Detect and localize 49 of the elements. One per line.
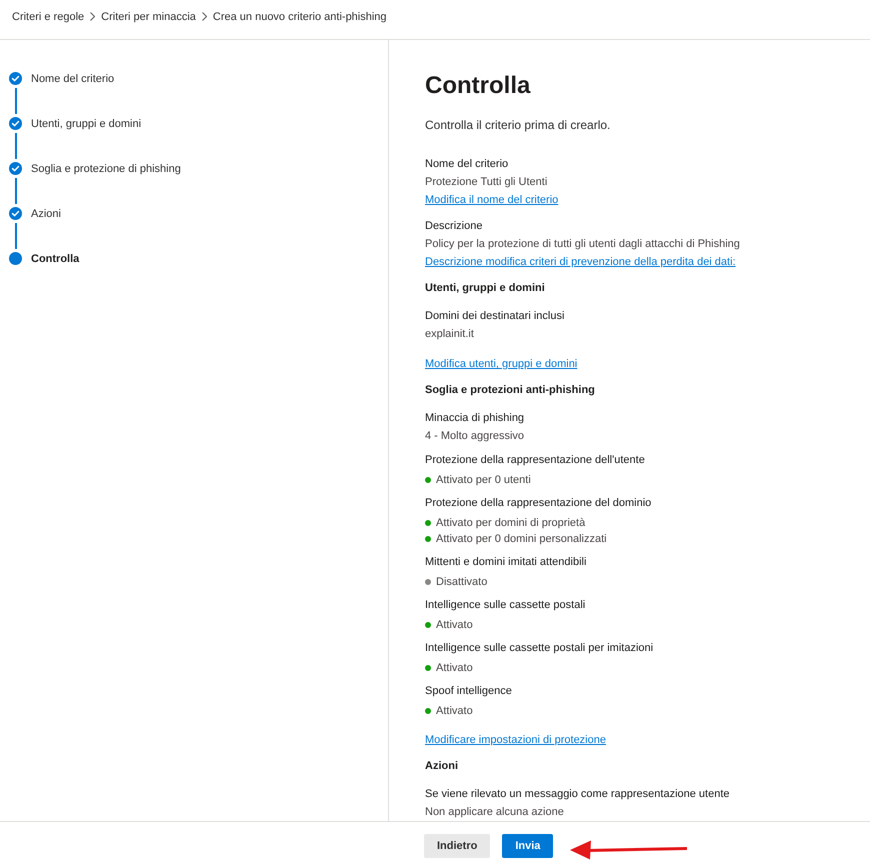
- field-label: Spoof intelligence: [425, 684, 512, 699]
- section-heading: Utenti, gruppi e domini: [425, 281, 545, 296]
- arrow-icon: [570, 840, 688, 860]
- edit-link[interactable]: Descrizione modifica criteri di prevenzione della perdita dei dati:: [425, 253, 736, 271]
- status-text: Attivato per 0 utenti: [436, 473, 531, 488]
- status-text: Attivato per domini di proprietà: [436, 516, 586, 531]
- status-text: Disattivato: [436, 575, 488, 590]
- field-label: Minaccia di phishing: [425, 411, 524, 426]
- field-label: Mittenti e domini imitati attendibili: [425, 555, 586, 570]
- step-connector: [14, 223, 16, 249]
- breadcrumb-link[interactable]: Criteri per minaccia: [101, 10, 196, 24]
- submit-button[interactable]: Invia: [502, 834, 554, 858]
- status-text: Attivato: [436, 704, 473, 719]
- edit-link[interactable]: Modifica utenti, gruppi e domini: [425, 355, 578, 373]
- edit-link[interactable]: Modifica il nome del criterio: [425, 191, 558, 209]
- field-value: 4 - Molto aggressivo: [425, 429, 524, 444]
- field-label: Se viene rilevato un messaggio come rappresentazione utente: [425, 787, 730, 802]
- status-text: Attivato: [436, 661, 473, 676]
- wizard-step[interactable]: Azioni: [9, 207, 61, 220]
- status-text: Attivato per 0 domini personalizzati: [436, 532, 607, 547]
- breadcrumb-link[interactable]: Crea un nuovo criterio anti-phishing: [212, 10, 387, 24]
- wizard-step[interactable]: Controlla: [9, 252, 80, 265]
- page-title: Controlla: [425, 71, 530, 101]
- field-value: Policy per la protezione di tutti gli utenti dagli attacchi di Phishing: [425, 237, 740, 252]
- field-value: Protezione Tutti gli Utenti: [425, 175, 548, 190]
- field-label: Protezione della rappresentazione dell'utente: [425, 453, 645, 468]
- field-label: Domini dei destinatari inclusi: [425, 309, 564, 324]
- section-heading: Azioni: [425, 759, 458, 774]
- chevron-right-icon: [202, 12, 207, 21]
- back-button[interactable]: Indietro: [424, 834, 490, 858]
- field-label: Nome del criterio: [425, 157, 508, 172]
- step-connector: [14, 133, 16, 159]
- field-value: Non applicare alcuna azione: [425, 805, 564, 820]
- field-value: explainit.it: [425, 327, 474, 342]
- wizard-step[interactable]: Soglia e protezione di phishing: [9, 162, 181, 175]
- section-heading: Soglia e protezioni anti-phishing: [425, 383, 595, 398]
- step-connector: [14, 88, 16, 114]
- field-label: Intelligence sulle cassette postali: [425, 598, 586, 613]
- field-label: Descrizione: [425, 219, 482, 234]
- status-text: Attivato: [436, 618, 473, 633]
- field-label: Intelligence sulle cassette postali per imitazioni: [425, 641, 654, 656]
- field-label: Protezione della rappresentazione del dominio: [425, 496, 652, 511]
- step-connector: [14, 178, 16, 204]
- breadcrumb-link[interactable]: Criteri e regole: [12, 10, 84, 24]
- edit-link[interactable]: Modificare impostazioni di protezione: [425, 731, 606, 749]
- chevron-right-icon: [90, 12, 96, 21]
- wizard-step[interactable]: Nome del criterio: [9, 72, 114, 85]
- intro-text: Controlla il criterio prima di crearlo.: [425, 117, 610, 134]
- wizard-step[interactable]: Utenti, gruppi e domini: [9, 117, 142, 130]
